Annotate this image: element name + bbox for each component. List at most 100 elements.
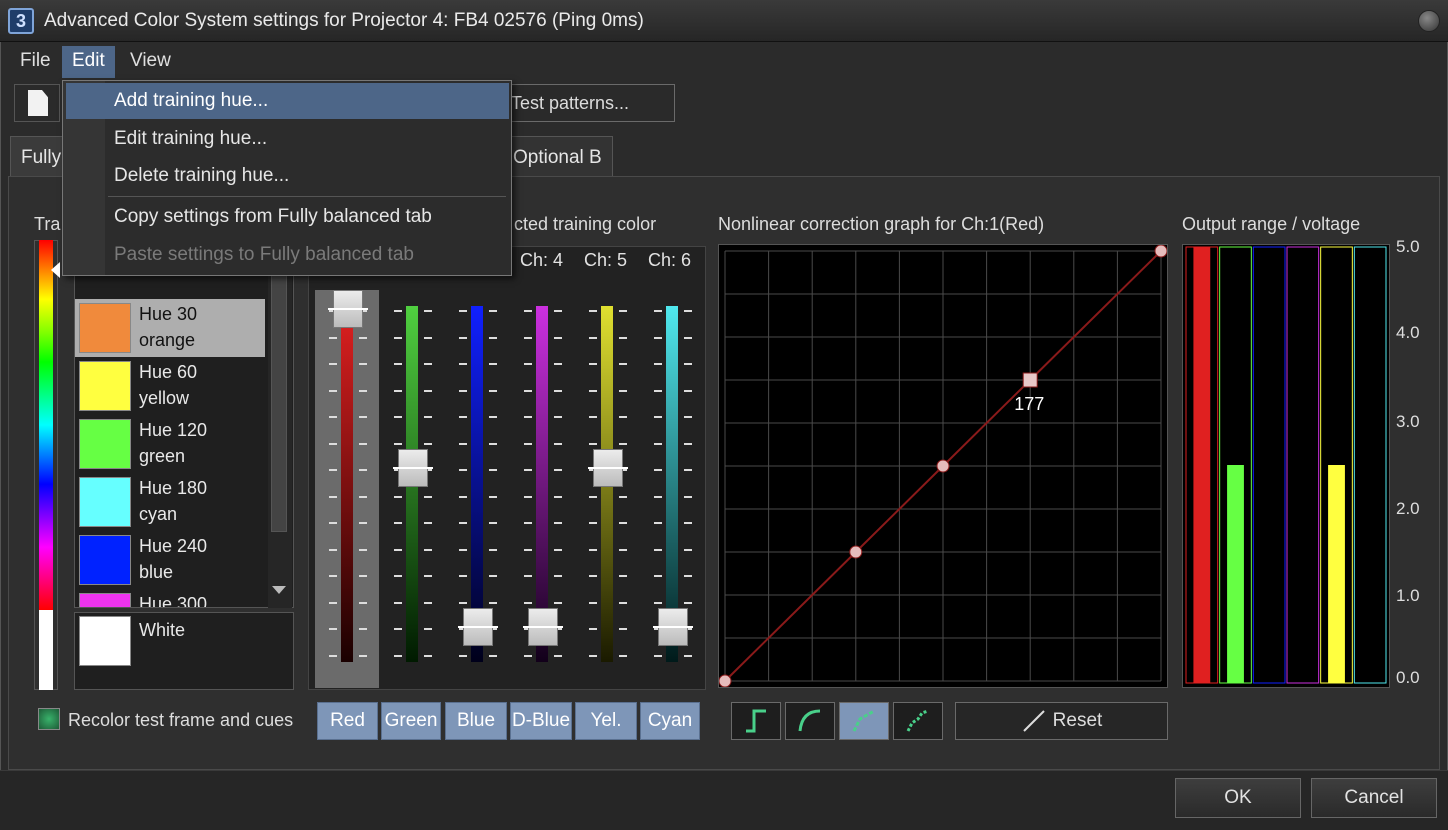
menu-edit[interactable]: Edit [62,46,115,78]
slider-tick [424,310,432,312]
reset-button[interactable]: Reset [955,702,1168,740]
test-patterns-button[interactable]: Test patterns... [500,84,675,122]
slider-tick [394,522,402,524]
recolor-label: Recolor test frame and cues [68,710,294,730]
slider-tick [394,389,402,392]
menu-edit-training-hue[interactable]: Edit training hue... [66,121,509,157]
hue-white-segment [39,610,53,690]
slider-tick [554,363,562,365]
ramp-curve-button[interactable] [839,702,889,740]
slider-tick [359,469,367,471]
slider-tick [489,310,497,312]
correction-graph[interactable]: 177 [718,244,1168,688]
channel-button-yellow[interactable]: Yel. [575,702,637,740]
hue-swatch [79,477,131,527]
slider-tick [394,416,402,418]
slider-tick [329,363,337,365]
new-document-icon [28,90,48,116]
slider-tick [554,336,562,339]
slider-knob[interactable] [328,290,368,328]
menu-file[interactable]: File [10,46,61,78]
app-logo-icon: 3 [8,8,34,34]
slider-tick [654,548,662,551]
list-item[interactable]: Hue 30 orange [75,299,265,357]
channel-button-blue[interactable]: Blue [445,702,507,740]
list-item[interactable]: Hue 240 blue [75,531,265,589]
hue-color-name: cyan [139,504,178,524]
slider-tick [684,575,692,577]
slider-tick [329,601,337,604]
ok-button[interactable]: OK [1175,778,1301,818]
channel-slider-cyan[interactable] [640,290,704,688]
slider-tick [329,389,337,392]
hue-name: Hue 180 [139,478,208,498]
slider-tick [589,389,597,392]
menu-separator [108,196,506,197]
slider-tick [424,416,432,418]
menu-delete-training-hue[interactable]: Delete training hue... [66,158,509,194]
channel-button-red[interactable]: Red [317,702,378,740]
slider-knob[interactable] [523,608,563,646]
volt-label-3: 3.0 [1396,412,1420,431]
list-item[interactable]: Hue 300 [75,589,265,607]
recolor-checkbox[interactable] [38,708,60,730]
hue-name: Hue 60 [139,362,198,382]
channel-slider-blue[interactable] [445,290,509,688]
hue-pointer-icon[interactable] [51,262,60,278]
white-hue-item[interactable]: White [74,612,294,690]
menu-copy-settings[interactable]: Copy settings from Fully balanced tab [66,199,509,235]
slider-knob[interactable] [588,449,628,487]
slider-tick [589,336,597,339]
slider-tick [589,310,597,312]
hue-swatch [79,535,131,585]
stepped-ramp-button[interactable] [893,702,943,740]
slider-tick [359,575,367,577]
slider-tick [359,363,367,365]
slider-knob[interactable] [393,449,433,487]
ease-curve-button[interactable] [785,702,835,740]
cancel-button[interactable]: Cancel [1311,778,1437,818]
menu-view[interactable]: View [120,46,181,78]
slider-tick [524,363,532,365]
slider-tick [524,389,532,392]
slider-tick [589,442,597,445]
tab-optional-b[interactable]: Optional B [502,136,613,178]
channel-slider-green[interactable] [380,290,444,688]
slider-tick [359,654,367,657]
slider-tick [524,575,532,577]
slider-tick [684,363,692,365]
slider-tick [654,469,662,471]
list-item[interactable]: Hue 120 green [75,415,265,473]
hue-list-scroll-thumb[interactable] [271,262,287,532]
slider-tick [329,469,337,471]
output-column-blue [1252,246,1286,684]
channel-header-6: Ch: 6 [648,250,692,270]
channel-button-cyan[interactable]: Cyan [640,702,700,740]
channel-slider-dblue[interactable] [510,290,574,688]
volt-label-4: 4.0 [1396,323,1420,342]
channel-button-dblue[interactable]: D-Blue [510,702,572,740]
slider-knob[interactable] [653,608,693,646]
volt-label-5: 5.0 [1396,237,1420,256]
hue-swatch [79,361,131,411]
step-curve-button[interactable] [731,702,781,740]
scroll-down-icon[interactable] [272,586,286,594]
slider-tick [459,310,467,312]
slider-tick [684,654,692,657]
channel-slider-red[interactable] [315,290,379,688]
slider-tick [329,495,337,498]
slider-tick [524,442,532,445]
close-icon[interactable] [1418,10,1440,32]
menu-add-training-hue[interactable]: Add training hue... [66,83,509,119]
slider-knob[interactable] [458,608,498,646]
channel-slider-yellow[interactable] [575,290,639,688]
slider-tick [489,336,497,339]
slider-tick [654,416,662,418]
channel-button-green[interactable]: Green [381,702,441,740]
slider-tick [589,495,597,498]
training-hue-list[interactable]: red Hue 30orange Hue 60yellow Hue 120gre… [74,240,294,608]
hue-color-name: orange [139,330,196,350]
correction-graph-svg: 177 [718,244,1168,688]
list-item[interactable]: Hue 180 cyan [75,473,265,531]
list-item[interactable]: Hue 60 yellow [75,357,265,415]
